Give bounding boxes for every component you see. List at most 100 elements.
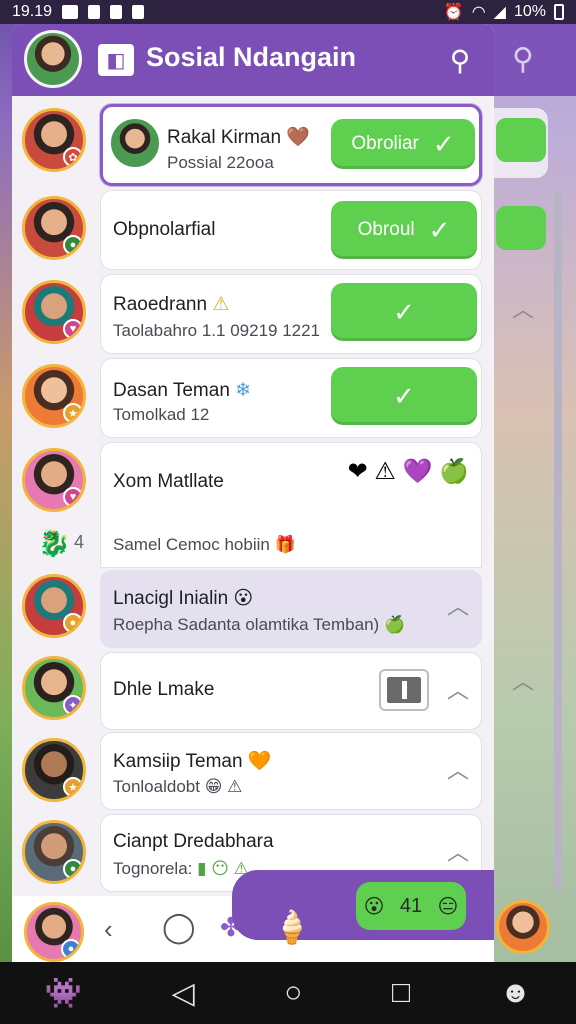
friend-card[interactable]: Obpnolarfial Obroul ✓ (100, 190, 482, 270)
status-bar: 19.19 ⏰ ◠ ◢ 10% (0, 0, 576, 24)
search-icon[interactable]: ⚲ (440, 40, 480, 80)
signal-icon: ◢ (493, 4, 506, 21)
friend-name: Raoedrann (113, 294, 208, 315)
friend-card[interactable]: Xom Matllate ❤ ⚠ 💜 🍏 Samel Cemoc hobiin … (100, 442, 482, 568)
friend-name: Dhle Lmake (113, 679, 215, 700)
chevron-up-icon[interactable]: ︿ (447, 753, 469, 785)
friend-card[interactable]: Raoedrann ⚠ Taolabahro 1.1 09219 1221 ✓ (100, 274, 482, 354)
accept-button[interactable]: ✓ (331, 367, 477, 425)
friend-name: Obpnolarfial (113, 219, 216, 240)
side-avatar[interactable] (496, 900, 550, 954)
chat-bubble-icon[interactable]: ◯ (162, 910, 196, 945)
assistant-icon[interactable]: ☻ (500, 976, 532, 1010)
accept-button[interactable]: ✓ (331, 283, 477, 341)
friend-subtitle: Tomolkad 12 (113, 405, 210, 424)
friend-name: Cianpt Dredabhara (113, 831, 274, 852)
friend-avatar[interactable]: ★ (22, 364, 86, 428)
notification-icon (110, 5, 123, 19)
app-logo-icon: ◧ (98, 44, 134, 76)
background-button (496, 118, 546, 162)
status-badge: ● (63, 235, 83, 255)
friend-avatar[interactable]: ● (22, 820, 86, 884)
notification-icon (62, 5, 79, 19)
chevron-up-icon[interactable]: ︿ (447, 589, 469, 621)
background-button (496, 206, 546, 250)
coin-counter[interactable]: 😮 41 😑 (356, 882, 466, 930)
status-badge: ✦ (63, 695, 83, 715)
reaction-icons: ❤ ⚠ 💜 🍏 (347, 458, 469, 485)
gift-icon: 🎁 (274, 535, 296, 554)
friends-panel: ◧ Sosial Ndangain ⚲ ✿ Rakal Kirman 🤎 Pos… (12, 24, 494, 962)
friend-name: Dasan Teman (113, 380, 230, 401)
wifi-icon: ◠ (471, 4, 486, 21)
emoji-icon: 😁 ⚠ (204, 777, 243, 796)
app-header: ◧ Sosial Ndangain ⚲ (12, 24, 494, 96)
back-icon[interactable]: ‹ (104, 914, 113, 945)
check-icon: ✓ (428, 214, 451, 245)
chevron-up-icon[interactable]: ︿ (447, 673, 469, 705)
friend-card[interactable]: Dhle Lmake ︿ (100, 652, 482, 730)
friend-subtitle: Tonloaldobt (113, 777, 200, 796)
alarm-icon: ⏰ (443, 4, 464, 21)
friend-avatar[interactable]: ♥ (22, 280, 86, 344)
friend-name: Kamsiip Teman (113, 751, 243, 772)
chevron-up-icon: ︿ (512, 669, 535, 694)
chevron-up-icon[interactable]: ︿ (447, 835, 469, 867)
friend-card[interactable]: Kamsiip Teman 🧡 Tonloaldobt 😁 ⚠ ︿ (100, 732, 482, 810)
friend-card[interactable]: Rakal Kirman 🤎 Possial 22ooa Obroliar ✓ (100, 104, 482, 186)
friend-avatar (111, 119, 159, 167)
chevron-up-icon: ︿ (512, 297, 535, 322)
status-badge: ✿ (63, 147, 83, 167)
friend-subtitle: Taolabahro 1.1 09219 1221 (113, 321, 321, 340)
user-avatar[interactable] (24, 30, 82, 88)
check-icon: ✓ (432, 128, 455, 159)
profile-avatar[interactable]: ● (24, 902, 84, 962)
status-badge: ● (63, 613, 83, 633)
friend-card[interactable]: Lnacigl Inialin 😮 Roepha Sadanta olamtik… (100, 570, 482, 648)
friend-card[interactable]: Dasan Teman ❄ Tomolkad 12 ✓ (100, 358, 482, 438)
friend-avatar[interactable]: ★ (22, 738, 86, 802)
friend-avatar[interactable]: ♥ (22, 448, 86, 512)
friend-name: Xom Matllate (113, 471, 224, 492)
warning-icon: ⚠ (212, 294, 230, 315)
friend-subtitle: Tognorela: (113, 859, 193, 878)
system-nav-bar: 👾 ◁ ○ □ ☻ (0, 962, 576, 1024)
search-icon: ⚲ (512, 43, 534, 76)
recents-nav-icon[interactable]: □ (392, 976, 410, 1010)
status-badge: ● (61, 939, 81, 959)
back-nav-icon[interactable]: ◁ (172, 976, 195, 1011)
status-badge: ★ (63, 777, 83, 797)
battery-level: 10% (513, 3, 546, 20)
coin-count: 41 (399, 894, 423, 917)
friend-avatar[interactable]: ✦ (22, 656, 86, 720)
chat-button[interactable]: Obroliar ✓ (331, 119, 475, 169)
snowflake-icon: ❄ (235, 380, 252, 401)
group-label: Samel Cemoc hobiin (113, 535, 270, 554)
notification-icon (88, 5, 101, 19)
pause-button[interactable] (379, 669, 429, 711)
friend-name: Rakal Kirman (167, 127, 282, 148)
leaf-icon: 🍏 (383, 615, 406, 634)
friend-avatar[interactable]: ✿ (22, 108, 86, 172)
ice-cream-icon[interactable]: 🍦 (272, 908, 312, 946)
scrollbar[interactable] (554, 190, 562, 890)
chat-button[interactable]: Obroul ✓ (331, 201, 477, 259)
surprised-emoji-icon: 😮 (233, 588, 254, 609)
home-nav-icon[interactable]: ○ (284, 976, 302, 1010)
heart-icon: 🤎 (286, 127, 310, 148)
friend-avatar[interactable]: ● (22, 196, 86, 260)
battery-icon (554, 4, 564, 20)
app-mascot-icon[interactable]: 👾 (45, 976, 82, 1011)
chat-button-label: Obroliar (351, 133, 419, 154)
chat-button-label: Obroul (357, 219, 415, 240)
friend-avatar[interactable]: ● (22, 574, 86, 638)
notification-icon (132, 5, 145, 19)
status-badge: ★ (63, 403, 83, 423)
status-badge: ● (63, 859, 83, 879)
status-badge: ♥ (63, 487, 83, 507)
face-emoji-icon: 😮 (363, 895, 385, 918)
friend-subtitle: Roepha Sadanta olamtika Temban) (113, 615, 380, 634)
friend-name: Lnacigl Inialin (113, 588, 229, 609)
check-icon: ✓ (393, 296, 415, 327)
status-badge: ♥ (63, 319, 83, 339)
